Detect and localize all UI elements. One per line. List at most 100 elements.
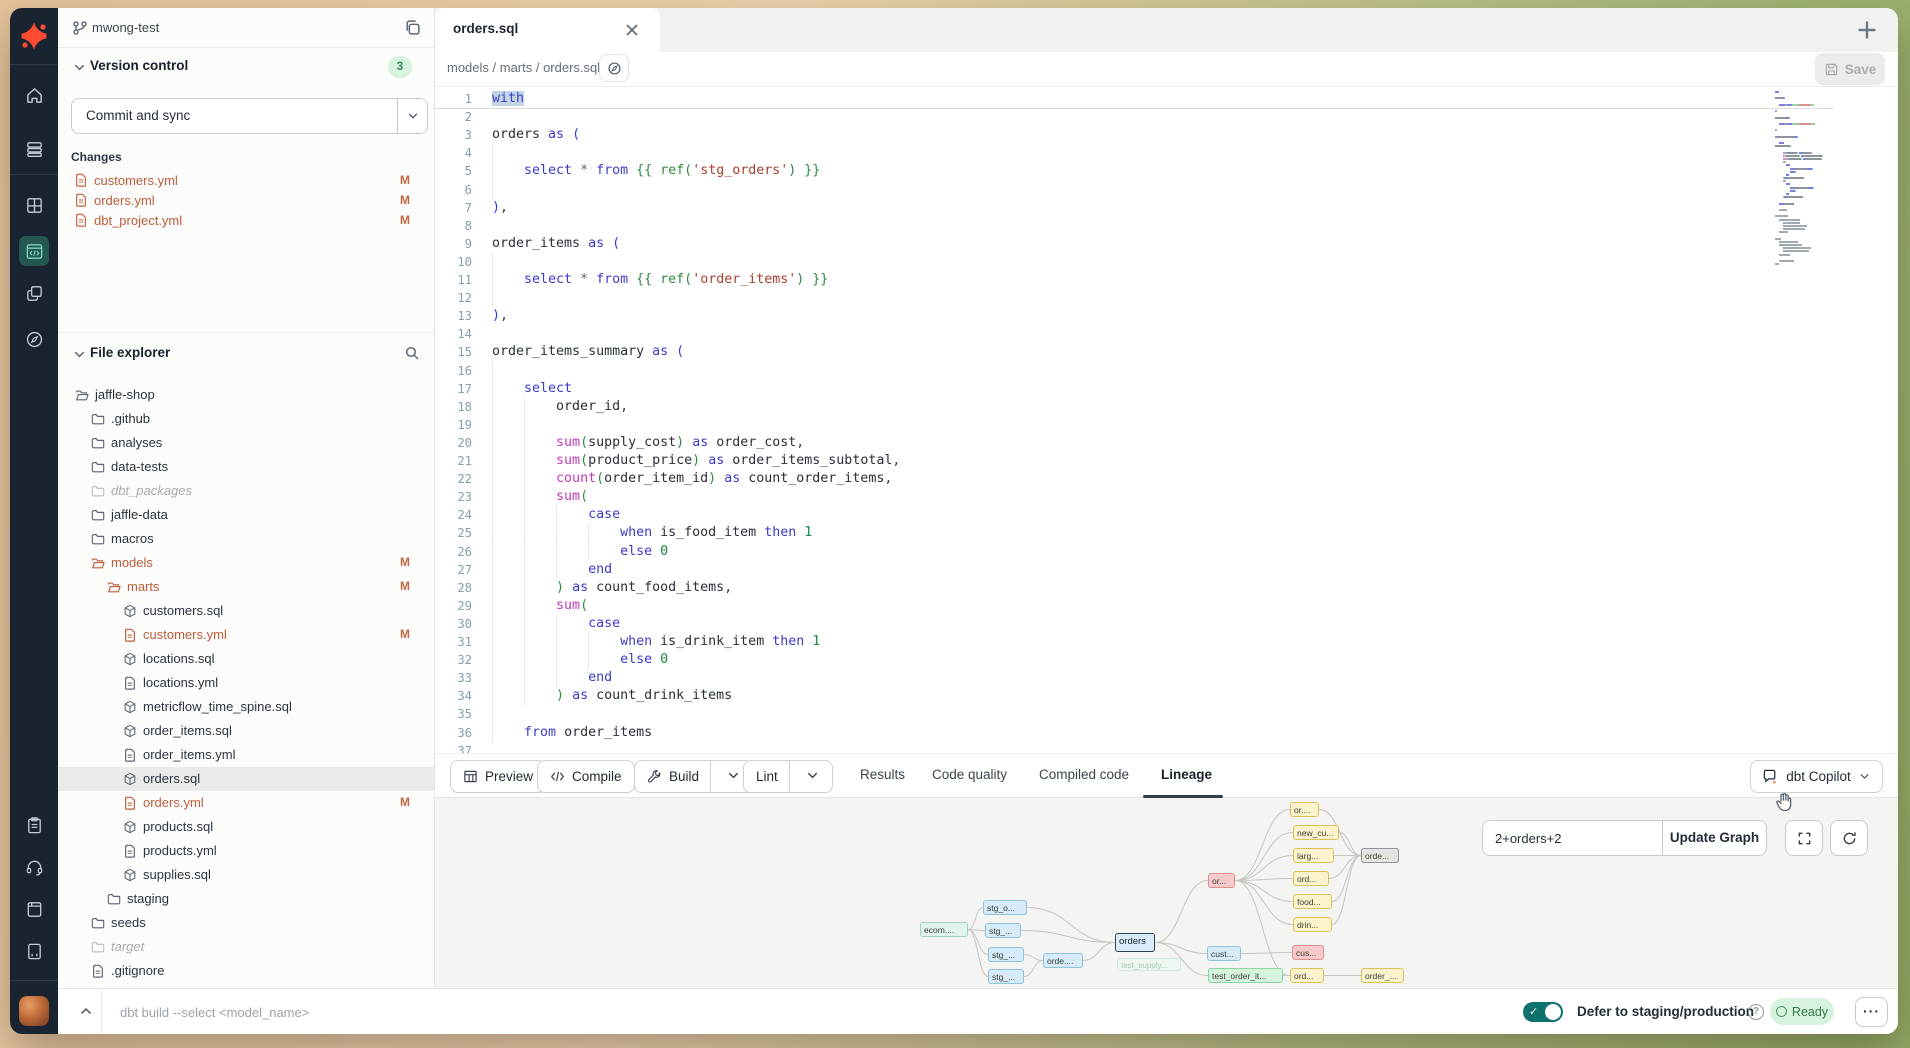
help-icon[interactable]: ? [1748,1004,1764,1020]
lineage-node-stg_d[interactable]: stg_... [988,969,1024,984]
file-tree-item-locations.sql[interactable]: locations.sql [58,647,434,671]
lineage-node-new_cu[interactable]: new_cu... [1293,825,1339,840]
lineage-node-stg_o[interactable]: stg_o... [983,900,1027,915]
sidebar-item-ide[interactable] [19,236,49,266]
file-tree-item-jaffle-shop[interactable]: jaffle-shop [58,383,434,407]
save-button[interactable]: Save [1815,53,1885,85]
lineage-node-or_p[interactable]: or... [1208,873,1235,888]
lineage-selector-input[interactable] [1482,820,1662,856]
file-tree-item-products.sql[interactable]: products.sql [58,815,434,839]
file-tree-item-seeds[interactable]: seeds [58,911,434,935]
changed-file-dbt_project.yml[interactable]: dbt_project.ymlM [58,211,434,231]
lineage-node-test_o[interactable]: test_order_it... [1208,968,1283,983]
file-tree-item-target[interactable]: target [58,935,434,959]
file-tree-item-customers.yml[interactable]: customers.ymlM [58,623,434,647]
file-tree-item-.gitignore[interactable]: .gitignore [58,959,434,983]
lineage-node-cus_p[interactable]: cus... [1292,945,1324,960]
file-tree-item-supplies.sql[interactable]: supplies.sql [58,863,434,887]
chevron-down-icon[interactable] [72,60,87,75]
sidebar-item-support[interactable] [19,852,49,882]
file-tree-item-locations.yml[interactable]: locations.yml [58,671,434,695]
editor-minimap[interactable] [1775,91,1835,266]
copy-icon[interactable] [404,19,421,36]
file-tree-item-data-tests[interactable]: data-tests [58,455,434,479]
file-tree-item-macros[interactable]: macros [58,527,434,551]
lineage-node-ecom[interactable]: ecom.... [920,922,968,937]
file-tree-item-customers.sql[interactable]: customers.sql [58,599,434,623]
lineage-node-orders[interactable]: orders [1115,933,1155,952]
doc-icon [123,748,137,762]
sidebar-item-notifications[interactable] [19,936,49,966]
search-icon[interactable] [404,345,420,361]
file-tree-item-orders.yml[interactable]: orders.ymlM [58,791,434,815]
sidebar-item-dashboard[interactable] [19,190,49,220]
sidebar-item-home[interactable] [19,80,49,110]
sidebar-item-projects[interactable] [19,278,49,308]
view-lineage-icon[interactable] [599,54,629,82]
tab-lineage[interactable]: Lineage [1161,767,1212,782]
sidebar-item-explore[interactable] [19,324,49,354]
changed-file-customers.yml[interactable]: customers.ymlM [58,171,434,191]
file-tree-item-orders.sql[interactable]: orders.sql [58,767,434,791]
lineage-node-or_y[interactable]: or.... [1290,802,1319,817]
file-tree-item-.github[interactable]: .github [58,407,434,431]
lineage-node-orde_g[interactable]: orde... [1361,848,1399,863]
file-tree-item-marts[interactable]: martsM [58,575,434,599]
divider [710,761,711,793]
file-tree-item-dbt_packages[interactable]: dbt_packages [58,479,434,503]
file-tree-item-models[interactable]: modelsM [58,551,434,575]
build-dropdown-chevron[interactable] [717,768,741,786]
ready-status-badge: Ready [1770,998,1834,1025]
lineage-node-stg_b[interactable]: stg_... [985,923,1021,938]
dbt-command-input[interactable] [120,997,820,1027]
lineage-node-drin[interactable]: drin... [1293,917,1332,932]
lineage-node-ghost[interactable]: test_supply... [1117,958,1181,971]
lineage-node-larg[interactable]: larg... [1293,848,1334,863]
changed-file-orders.yml[interactable]: orders.ymlM [58,191,434,211]
lineage-node-cust[interactable]: cust... [1207,946,1241,961]
tab-orders-sql[interactable]: orders.sql [435,8,660,52]
update-graph-button[interactable]: Update Graph [1662,820,1767,856]
code-editor[interactable]: 1with23orders as (45 select * from {{ re… [435,86,1898,753]
tab-compiled-code[interactable]: Compiled code [1039,767,1129,782]
sidebar-item-tasks[interactable] [19,810,49,840]
lint-button[interactable]: Lint [743,760,833,793]
lineage-node-food[interactable]: food... [1293,894,1332,909]
lineage-panel[interactable]: ecom....stg_o...stg_...stg_...stg_...ord… [435,798,1898,988]
doc-icon [123,844,137,858]
file-tree-item-analyses[interactable]: analyses [58,431,434,455]
defer-toggle[interactable]: ✓ [1523,1002,1563,1022]
lineage-node-stg_c[interactable]: stg_... [988,947,1024,962]
compile-button[interactable]: Compile [537,760,635,793]
file-tree-item-order_items.sql[interactable]: order_items.sql [58,719,434,743]
new-tab-icon[interactable] [1855,18,1879,42]
lineage-node-order_c[interactable]: order_... [1361,968,1404,983]
lineage-node-ord_b[interactable]: ord... [1290,968,1324,983]
code-line: order_items as ( [492,235,620,253]
chevron-down-icon[interactable] [72,347,87,362]
lint-dropdown-chevron[interactable] [796,768,820,786]
tab-code-quality[interactable]: Code quality [932,767,1007,782]
file-tree-item-staging[interactable]: staging [58,887,434,911]
file-tree-item-products.yml[interactable]: products.yml [58,839,434,863]
file-tree-item-metricflow_time_spine.sql[interactable]: metricflow_time_spine.sql [58,695,434,719]
lineage-node-ord_a[interactable]: ord... [1293,871,1329,886]
sidebar-item-environments[interactable] [19,134,49,164]
file-tree-item-jaffle-data[interactable]: jaffle-data [58,503,434,527]
preview-button[interactable]: Preview [450,760,546,793]
user-avatar[interactable] [19,996,49,1026]
fullscreen-button[interactable] [1785,820,1823,856]
sidebar-item-docs[interactable] [19,894,49,924]
lineage-node-orde_a[interactable]: orde.... [1043,953,1083,968]
build-button[interactable]: Build [634,760,754,793]
refresh-graph-button[interactable] [1830,820,1868,856]
commit-dropdown-chevron[interactable] [397,99,427,133]
more-options-button[interactable]: ··· [1855,997,1888,1027]
close-icon[interactable] [623,21,641,39]
file-tree-item-order_items.yml[interactable]: order_items.yml [58,743,434,767]
chevron-up-icon[interactable] [78,1003,94,1019]
tab-results[interactable]: Results [860,767,905,782]
commit-and-sync-button[interactable]: Commit and sync [71,98,428,134]
folder-icon [91,916,105,930]
dbt-copilot-button[interactable]: dbt Copilot [1750,760,1883,793]
